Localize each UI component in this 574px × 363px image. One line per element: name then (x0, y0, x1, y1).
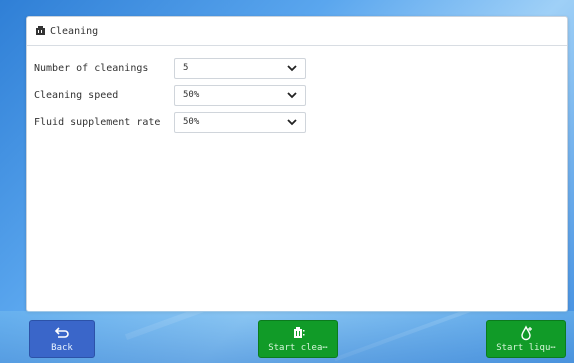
back-button[interactable]: Back (29, 320, 95, 358)
start-liquid-label: Start liqu⋯ (496, 343, 556, 353)
start-liquid-button[interactable]: Start liqu⋯ (486, 320, 566, 358)
start-cleaning-button[interactable]: Start clea⋯ (258, 320, 338, 358)
fluid-supplement-rate-select[interactable]: 50% (174, 111, 306, 133)
field-label: Fluid supplement rate (34, 116, 161, 128)
field-row-fluid-supplement-rate: Fluid supplement rate 50% (34, 110, 306, 134)
select-value: 50% (183, 117, 200, 127)
field-row-number-of-cleanings: Number of cleanings 5 (34, 56, 306, 80)
cleaning-icon (36, 26, 45, 35)
field-row-cleaning-speed: Cleaning speed 50% (34, 83, 306, 107)
cleaning-panel: Cleaning Number of cleanings 5 Cleaning … (26, 16, 568, 312)
field-label: Cleaning speed (34, 89, 119, 101)
field-label: Number of cleanings (34, 62, 149, 74)
chevron-down-icon (287, 119, 297, 126)
panel-title: Cleaning (50, 25, 99, 37)
number-of-cleanings-select[interactable]: 5 (174, 57, 306, 79)
cleaning-icon (294, 327, 305, 338)
panel-header: Cleaning (27, 17, 567, 46)
select-value: 50% (183, 90, 200, 100)
chevron-down-icon (287, 92, 297, 99)
back-arrow-icon (54, 327, 69, 338)
chevron-down-icon (287, 65, 297, 72)
back-button-label: Back (51, 343, 73, 353)
cleaning-form: Number of cleanings 5 Cleaning speed 50%… (34, 56, 306, 137)
droplet-icon (521, 325, 532, 341)
start-cleaning-label: Start clea⋯ (268, 343, 328, 353)
select-value: 5 (183, 63, 189, 73)
cleaning-speed-select[interactable]: 50% (174, 84, 306, 106)
